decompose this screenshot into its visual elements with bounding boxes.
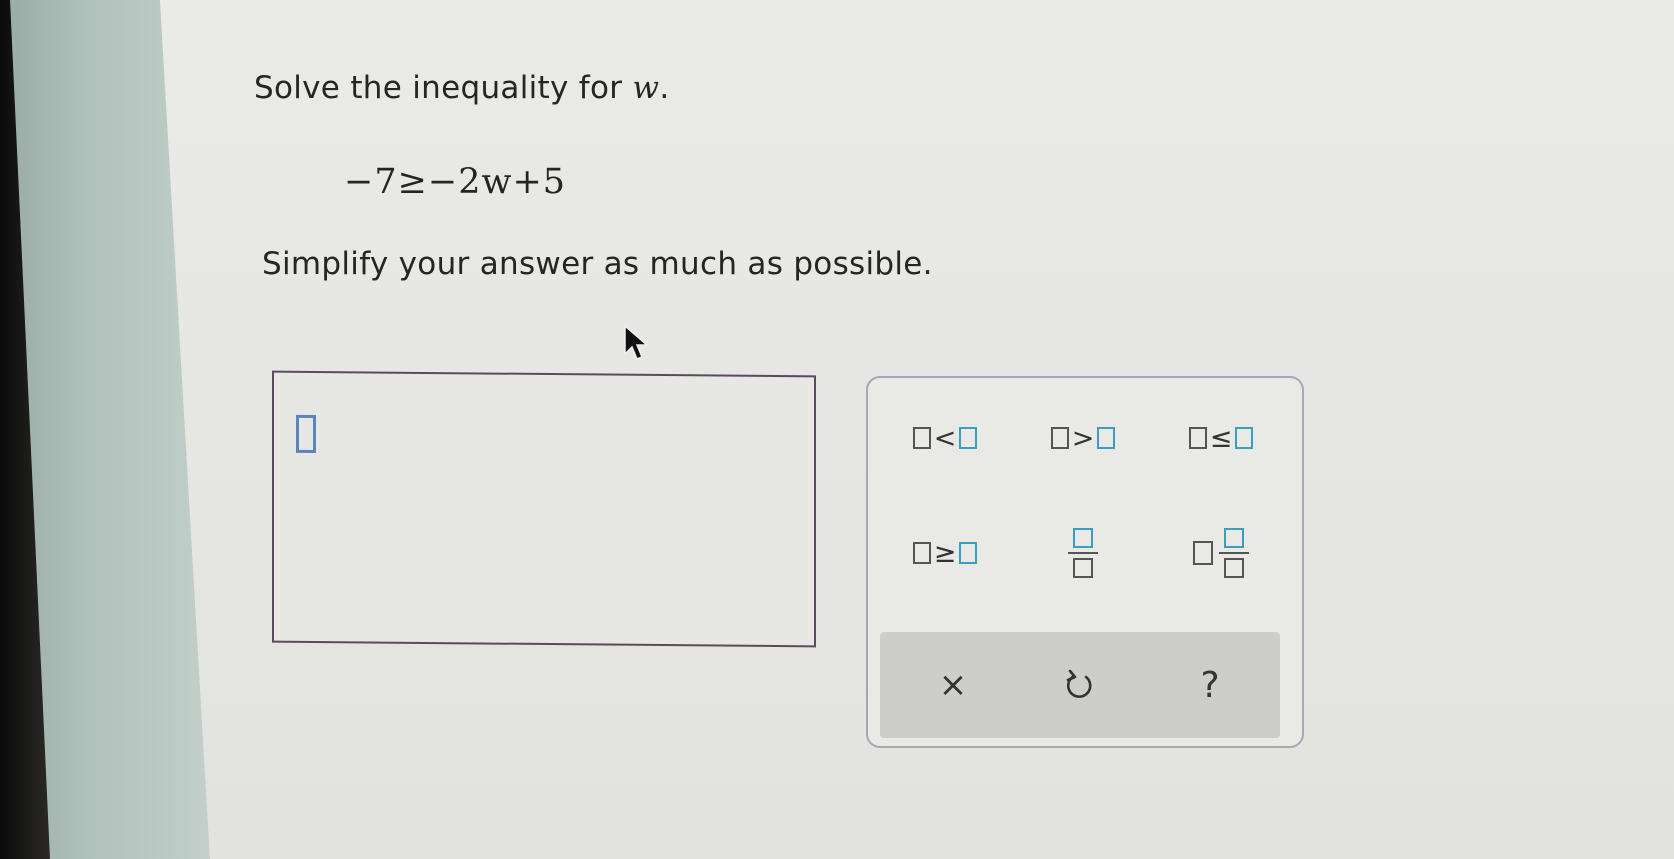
numerator-square-icon xyxy=(1224,528,1244,548)
math-palette: < > ≤ ≥ × ? xyxy=(866,376,1304,748)
inequality-equation: −7≥−2w+5 xyxy=(344,162,567,202)
denominator-square-icon xyxy=(1073,558,1093,578)
less-than-button[interactable]: < xyxy=(890,414,1000,462)
less-than-symbol: < xyxy=(933,422,957,454)
help-button[interactable]: ? xyxy=(1165,654,1255,716)
placeholder-square-icon xyxy=(1235,427,1254,449)
numerator-square-icon xyxy=(1073,528,1093,548)
placeholder-square-icon xyxy=(1097,427,1116,449)
mouse-cursor-icon xyxy=(624,324,650,360)
answer-input[interactable] xyxy=(272,370,816,648)
help-icon: ? xyxy=(1200,664,1220,706)
close-icon: × xyxy=(938,665,968,705)
prompt-prefix: Solve the inequality for xyxy=(254,70,633,106)
denominator-square-icon xyxy=(1224,558,1244,578)
undo-icon xyxy=(1066,669,1092,698)
question-prompt: Solve the inequality for w. xyxy=(254,70,669,106)
placeholder-square-icon xyxy=(912,427,931,449)
whole-square-icon xyxy=(1193,541,1213,565)
input-caret-box xyxy=(296,414,316,454)
placeholder-square-icon xyxy=(959,427,978,449)
mixed-fraction-icon xyxy=(1219,528,1249,578)
undo-button[interactable] xyxy=(1035,654,1125,716)
greater-than-button[interactable]: > xyxy=(1028,414,1138,462)
prompt-suffix: . xyxy=(659,70,670,106)
placeholder-square-icon xyxy=(1050,427,1069,449)
placeholder-square-icon xyxy=(1188,427,1207,449)
mixed-number-button[interactable] xyxy=(1166,518,1276,588)
greater-than-or-equal-button[interactable]: ≥ xyxy=(890,526,1000,580)
fraction-icon xyxy=(1068,528,1098,578)
placeholder-square-icon xyxy=(912,542,931,564)
less-than-or-equal-symbol: ≤ xyxy=(1209,422,1233,454)
greater-than-symbol: > xyxy=(1071,422,1095,454)
clear-button[interactable]: × xyxy=(908,654,998,716)
placeholder-square-icon xyxy=(959,542,978,564)
prompt-variable: w xyxy=(632,70,660,106)
action-bar: × ? xyxy=(880,632,1280,738)
less-than-or-equal-button[interactable]: ≤ xyxy=(1166,414,1276,462)
greater-than-or-equal-symbol: ≥ xyxy=(933,537,957,569)
fraction-button[interactable] xyxy=(1028,518,1138,588)
instruction-text: Simplify your answer as much as possible… xyxy=(262,246,933,282)
